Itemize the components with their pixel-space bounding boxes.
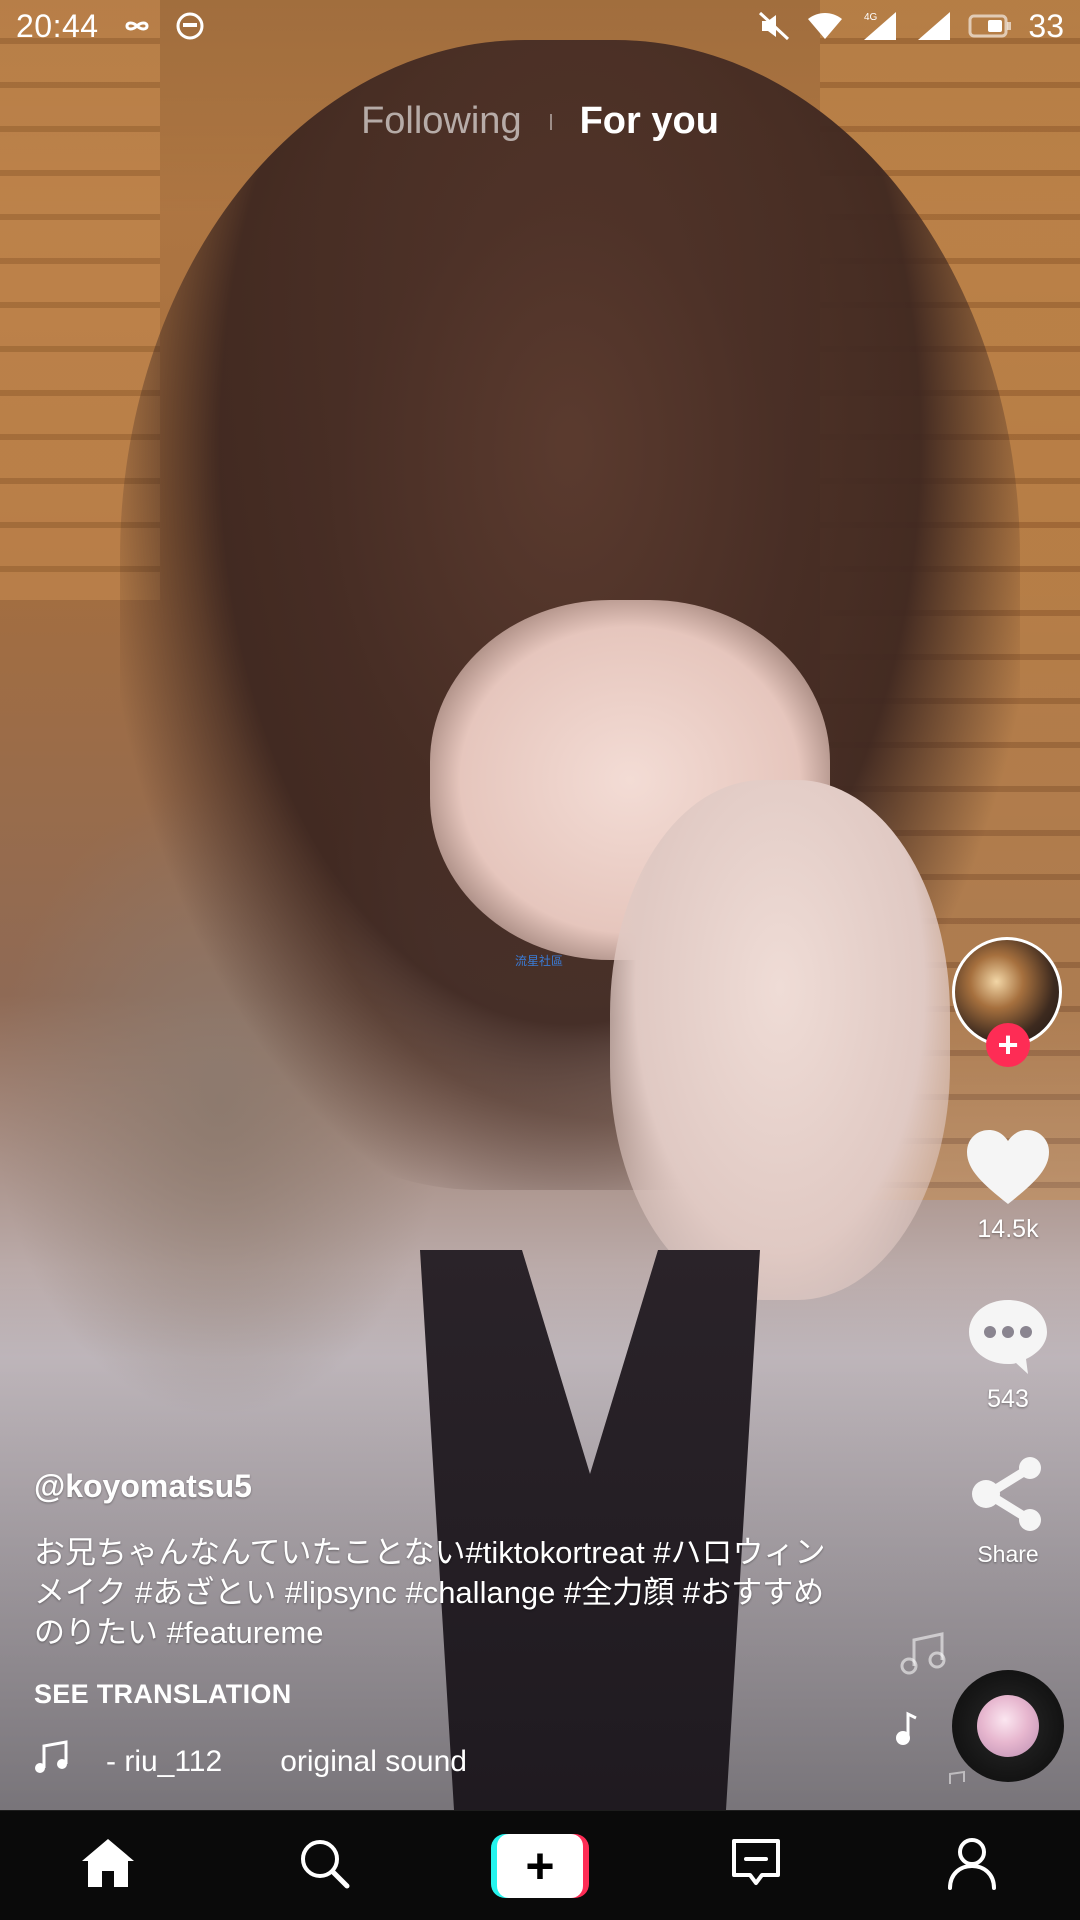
status-time: 20:44 — [16, 7, 99, 44]
svg-text:4G: 4G — [864, 12, 878, 23]
network-4g-icon: 4G — [860, 10, 898, 42]
nav-create[interactable]: + — [470, 1816, 610, 1916]
tab-divider — [549, 113, 552, 130]
music-disc-art — [977, 1695, 1039, 1757]
nav-discover[interactable] — [254, 1816, 394, 1916]
video-subject-hand — [610, 780, 950, 1300]
sound-title: original sound — [280, 1745, 467, 1778]
nav-home[interactable] — [38, 1816, 178, 1916]
comment-control[interactable]: 543 — [948, 1296, 1068, 1414]
share-control[interactable]: Share — [948, 1456, 1068, 1568]
nav-inbox[interactable] — [686, 1816, 826, 1916]
video-watermark: 流星社區 — [515, 954, 564, 968]
follow-button[interactable]: + — [986, 1023, 1030, 1067]
inbox-icon[interactable] — [729, 1836, 783, 1895]
like-count: 14.5k — [977, 1215, 1039, 1243]
tab-for-you[interactable]: For you — [580, 100, 719, 143]
plus-icon: + — [497, 1833, 583, 1898]
like-control[interactable]: 14.5k — [948, 1128, 1068, 1244]
search-icon[interactable] — [298, 1837, 350, 1894]
mute-icon — [758, 11, 790, 41]
video-description[interactable]: お兄ちゃんなんていたことない#tiktokortreat #ハロウィンメイク #… — [34, 1533, 854, 1653]
create-button[interactable]: + — [491, 1833, 589, 1898]
comment-count: 543 — [987, 1385, 1029, 1413]
music-note-icon — [34, 1740, 70, 1784]
status-bar: 20:44 4G 33 — [0, 0, 1080, 52]
infinity-icon — [117, 14, 157, 38]
circle-face-icon — [175, 11, 205, 41]
music-disc[interactable] — [952, 1670, 1064, 1782]
music-note-icon — [894, 1710, 920, 1751]
sound-row[interactable]: - riu_112 original sound — [34, 1740, 467, 1784]
battery-icon — [968, 13, 1012, 39]
share-icon[interactable] — [968, 1456, 1048, 1537]
wifi-icon — [806, 11, 844, 41]
heart-icon[interactable] — [965, 1128, 1051, 1211]
battery-level: 33 — [1028, 7, 1064, 44]
nav-profile[interactable] — [902, 1816, 1042, 1916]
music-note-icon — [900, 1632, 948, 1681]
home-icon[interactable] — [78, 1835, 138, 1896]
feed-tabs: Following For you — [0, 100, 1080, 143]
creator-avatar-group: + — [952, 937, 1062, 1067]
share-label: Share — [977, 1541, 1039, 1567]
bottom-nav: + — [0, 1810, 1080, 1920]
video-caption: @koyomatsu5 お兄ちゃんなんていたことない#tiktokortreat… — [34, 1468, 854, 1710]
music-note-icon — [944, 1770, 970, 1795]
see-translation-link[interactable]: SEE TRANSLATION — [34, 1679, 854, 1710]
creator-username[interactable]: @koyomatsu5 — [34, 1468, 854, 1505]
profile-icon[interactable] — [946, 1836, 998, 1895]
sound-author: - riu_112 — [106, 1745, 223, 1778]
signal-icon — [914, 10, 952, 42]
comment-icon[interactable] — [966, 1296, 1050, 1381]
tab-following[interactable]: Following — [361, 100, 522, 143]
